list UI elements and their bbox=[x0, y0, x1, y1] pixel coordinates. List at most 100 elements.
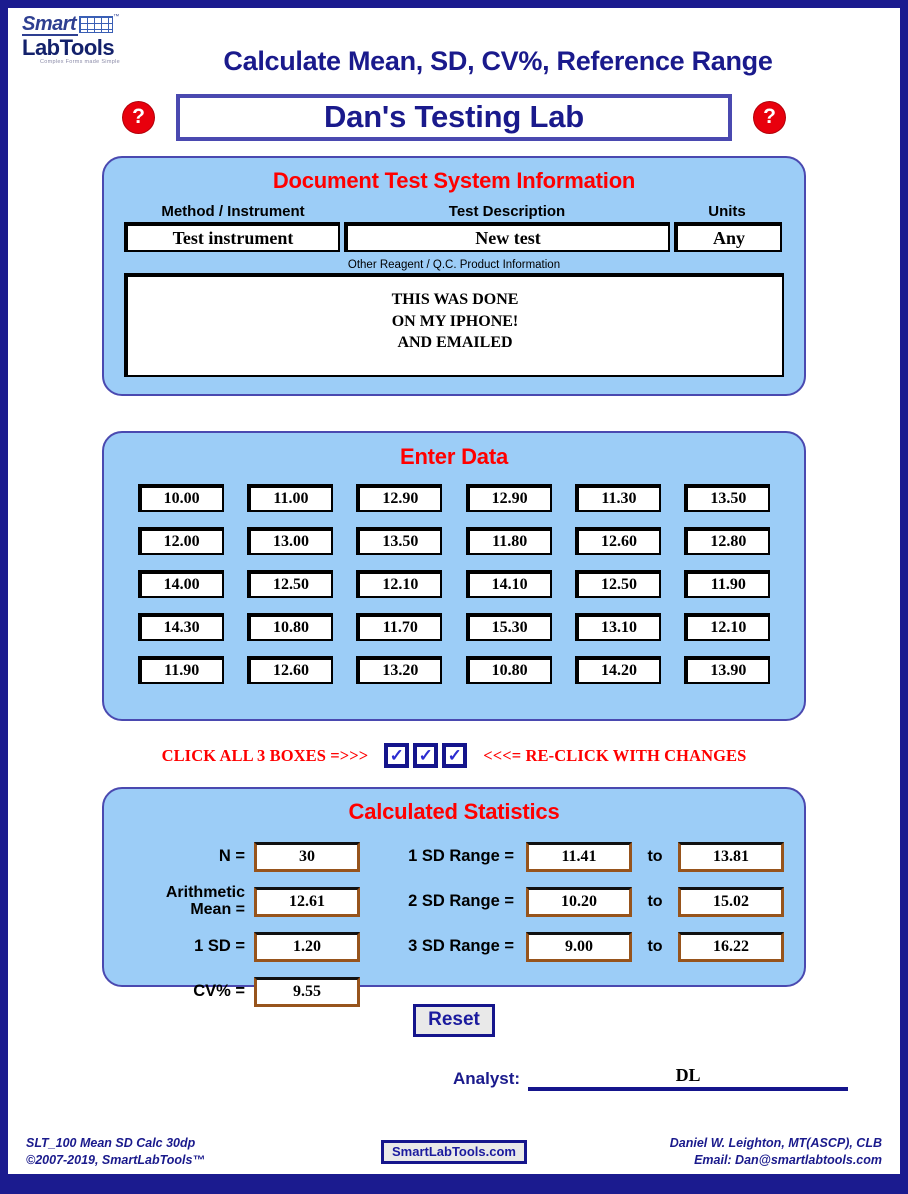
other-reagent-textarea[interactable]: THIS WAS DONE ON MY IPHONE! AND EMAILED bbox=[124, 273, 784, 377]
lab-name-input[interactable]: Dan's Testing Lab bbox=[176, 93, 732, 141]
logo-text-smart: Smart bbox=[22, 13, 79, 36]
document-test-system-panel: Document Test System Information Method … bbox=[102, 156, 806, 396]
data-entry-cell[interactable]: 11.30 bbox=[574, 484, 661, 512]
to-word-2sd: to bbox=[647, 892, 663, 910]
help-icon-right[interactable]: ? bbox=[754, 101, 785, 133]
data-entry-cell[interactable]: 12.10 bbox=[356, 570, 443, 598]
data-entry-cell[interactable]: 13.50 bbox=[356, 527, 443, 555]
data-entry-cell[interactable]: 11.90 bbox=[137, 656, 224, 684]
stats-row-n: N = 30 1 SD Range = 11.41 to 13.81 bbox=[122, 834, 786, 879]
data-entry-cell[interactable]: 12.50 bbox=[246, 570, 333, 598]
enter-data-panel: Enter Data 10.00 11.00 12.90 12.90 11.30 13.5… bbox=[102, 431, 806, 721]
value-1sd: 1.20 bbox=[254, 931, 360, 962]
reagent-line-3: AND EMAILED bbox=[397, 334, 513, 352]
smartlabtools-link-button[interactable]: SmartLabTools.com bbox=[380, 1140, 527, 1164]
data-entry-cell[interactable]: 15.30 bbox=[465, 613, 552, 641]
data-entry-cell[interactable]: 13.20 bbox=[356, 656, 443, 684]
data-panel-title: Enter Data bbox=[399, 444, 509, 469]
value-mean: 12.61 bbox=[254, 886, 360, 917]
statistics-grid: N = 30 1 SD Range = 11.41 to 13.81 Arith… bbox=[104, 834, 804, 1014]
test-description-input[interactable]: New test bbox=[344, 222, 670, 252]
label-n: N = bbox=[218, 846, 245, 865]
footer-center: SmartLabTools.com bbox=[308, 1140, 600, 1164]
data-entry-cell[interactable]: 13.50 bbox=[684, 484, 771, 512]
calculate-checkboxes: ✓ ✓ ✓ bbox=[384, 743, 468, 768]
stats-row-cv: CV% = 9.55 bbox=[122, 969, 786, 1014]
doc-field-inputs: Test instrument New test Any bbox=[104, 222, 804, 252]
lab-name-value: Dan's Testing Lab bbox=[323, 99, 585, 134]
checkbox-instruction-row: CLICK ALL 3 BOXES =>>> ✓ ✓ ✓ <<<= RE-CLICK… bbox=[8, 743, 900, 768]
footer-email: Email: Dan@smartlabtools.com bbox=[694, 1153, 882, 1167]
units-input[interactable]: Any bbox=[674, 222, 782, 252]
data-entry-cell[interactable]: 12.10 bbox=[684, 613, 771, 641]
logo-text-labtools: LabTools bbox=[22, 35, 115, 60]
label-other-reagent: Other Reagent / Q.C. Product Information bbox=[347, 259, 561, 271]
data-entry-cell[interactable]: 12.60 bbox=[246, 656, 333, 684]
value-cv-percent: 9.55 bbox=[254, 976, 360, 1007]
value-1sd-low: 11.41 bbox=[526, 841, 632, 872]
calculate-checkbox[interactable]: ✓ bbox=[384, 743, 410, 768]
label-cv-percent: CV% = bbox=[193, 981, 245, 1000]
footer-bar bbox=[8, 1174, 900, 1186]
value-2sd-high: 15.02 bbox=[678, 886, 784, 917]
page-header: Smart ™ LabTools Complex Forms made Simpl… bbox=[8, 8, 900, 86]
analyst-row: Analyst: DL bbox=[8, 1065, 900, 1091]
data-entry-cell[interactable]: 10.00 bbox=[137, 484, 224, 512]
data-entry-cell[interactable]: 12.80 bbox=[684, 527, 771, 555]
data-entry-cell[interactable]: 13.00 bbox=[246, 527, 333, 555]
smartlabtools-logo: Smart ™ LabTools Complex Forms made Simpl… bbox=[22, 14, 152, 66]
data-entry-cell[interactable]: 14.30 bbox=[137, 613, 224, 641]
footer-right: Daniel W. Leighton, MT(ASCP), CLB Email:… bbox=[600, 1135, 900, 1169]
label-1sd-range: 1 SD Range = bbox=[408, 847, 514, 865]
label-mean-line1: Arithmetic bbox=[165, 883, 245, 901]
help-icon-left[interactable]: ? bbox=[123, 101, 154, 133]
data-entry-cell[interactable]: 11.80 bbox=[465, 527, 552, 555]
label-test-description: Test Description bbox=[448, 203, 566, 220]
stats-panel-title: Calculated Statistics bbox=[348, 799, 560, 824]
footer-copyright: ©2007-2019, SmartLabTools™ bbox=[26, 1153, 205, 1167]
data-entry-cell[interactable]: 13.90 bbox=[684, 656, 771, 684]
label-arithmetic-mean: Arithmetic Mean = bbox=[122, 883, 254, 919]
footer-left: SLT_100 Mean SD Calc 30dp ©2007-2019, Sm… bbox=[8, 1135, 308, 1169]
to-word-3sd: to bbox=[647, 937, 663, 955]
checkbox-instruction-right: <<<= RE-CLICK WITH CHANGES bbox=[483, 745, 747, 765]
doc-panel-title: Document Test System Information bbox=[272, 168, 636, 193]
data-entry-cell[interactable]: 10.80 bbox=[465, 656, 552, 684]
data-entry-cell[interactable]: 12.50 bbox=[574, 570, 661, 598]
calculate-checkbox[interactable]: ✓ bbox=[413, 743, 439, 768]
logo-tagline: Complex Forms made Simple bbox=[40, 59, 120, 65]
data-entry-cell[interactable]: 13.10 bbox=[574, 613, 661, 641]
data-entry-cell[interactable]: 10.80 bbox=[246, 613, 333, 641]
data-entry-cell[interactable]: 11.90 bbox=[684, 570, 771, 598]
application-page: Smart ™ LabTools Complex Forms made Simpl… bbox=[0, 0, 908, 1194]
grid-icon bbox=[79, 16, 114, 33]
label-units: Units bbox=[708, 203, 746, 220]
checkbox-instruction-left: CLICK ALL 3 BOXES =>>> bbox=[161, 745, 369, 765]
label-mean-line2: Mean = bbox=[190, 900, 245, 918]
data-entry-cell[interactable]: 14.00 bbox=[137, 570, 224, 598]
data-entry-grid: 10.00 11.00 12.90 12.90 11.30 13.50 12.00 13.00… bbox=[104, 470, 804, 684]
data-entry-cell[interactable]: 11.00 bbox=[246, 484, 333, 512]
analyst-input[interactable]: DL bbox=[528, 1065, 849, 1091]
logo-trademark: ™ bbox=[113, 14, 120, 20]
label-method-instrument: Method / Instrument bbox=[161, 203, 305, 220]
stats-row-sd: 1 SD = 1.20 3 SD Range = 9.00 to 16.22 bbox=[122, 924, 786, 969]
data-entry-cell[interactable]: 14.10 bbox=[465, 570, 552, 598]
value-3sd-low: 9.00 bbox=[526, 931, 632, 962]
data-entry-cell[interactable]: 12.90 bbox=[465, 484, 552, 512]
data-entry-cell[interactable]: 12.60 bbox=[574, 527, 661, 555]
calculated-statistics-panel: Calculated Statistics N = 30 1 SD Range … bbox=[102, 787, 806, 1007]
reagent-line-1: THIS WAS DONE bbox=[391, 291, 519, 308]
label-3sd-range: 3 SD Range = bbox=[408, 937, 514, 955]
data-entry-cell[interactable]: 12.90 bbox=[356, 484, 443, 512]
data-entry-cell[interactable]: 11.70 bbox=[356, 613, 443, 641]
data-entry-cell[interactable]: 12.00 bbox=[137, 527, 224, 555]
value-1sd-high: 13.81 bbox=[678, 841, 784, 872]
calculate-checkbox[interactable]: ✓ bbox=[442, 743, 468, 768]
analyst-label: Analyst: bbox=[453, 1069, 521, 1088]
lab-name-row: ? Dan's Testing Lab ? bbox=[8, 86, 900, 148]
data-entry-cell[interactable]: 14.20 bbox=[574, 656, 661, 684]
method-instrument-input[interactable]: Test instrument bbox=[124, 222, 340, 252]
footer-form-id: SLT_100 Mean SD Calc 30dp bbox=[26, 1136, 196, 1151]
stats-row-mean: Arithmetic Mean = 12.61 2 SD Range = 10.… bbox=[122, 879, 786, 924]
